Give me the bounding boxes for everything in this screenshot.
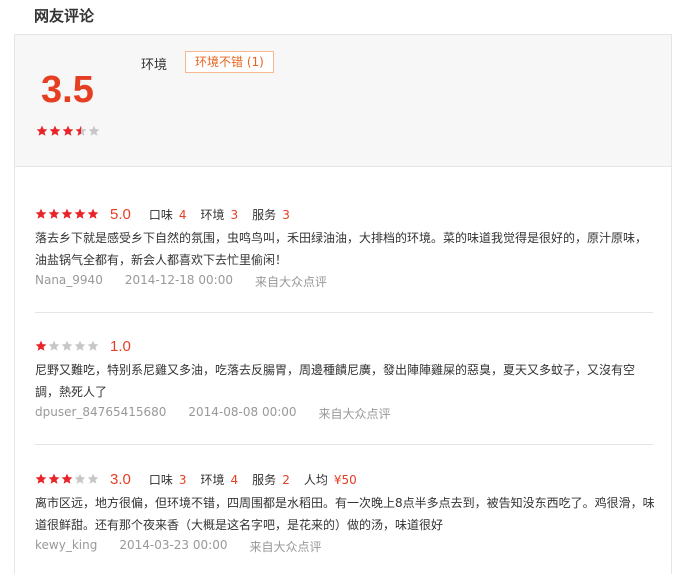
star-icon: [35, 340, 47, 352]
sub-rating-value: 4: [178, 207, 187, 222]
sub-rating: 服务 3: [252, 206, 290, 223]
sub-rating-value: 2: [282, 472, 290, 487]
review-username: dpuser_84765415680: [35, 405, 167, 419]
rating-summary: 3.5 环境 环境不错 (1): [15, 35, 671, 167]
star-icon: [35, 473, 47, 485]
review-date: 2014-08-08 00:00: [188, 405, 297, 419]
sub-rating-value: 4: [230, 472, 239, 487]
review-item: 5.0 口味 4 环境 3 服务 3 落去乡下就是感受乡下自然的氛围，虫鸣鸟叫，禾田绿…: [35, 205, 655, 290]
sub-rating-label: 口味: [148, 207, 173, 222]
divider: [35, 312, 653, 313]
star-icon: [62, 125, 74, 137]
star-icon: [61, 340, 73, 352]
review-username: kewy_king: [35, 538, 98, 552]
sub-rating-label: 环境: [200, 472, 225, 487]
review-stars: [35, 473, 100, 485]
review-text: 尼野又難吃，特别系尼雞又多油，吃落去反腸胃，周邊種饋尼廣，發出陣陣雞屎的惡臭，夏…: [35, 363, 636, 399]
star-icon: [48, 340, 60, 352]
sub-rating-label: 人均: [303, 472, 328, 487]
star-icon: [36, 125, 48, 137]
overall-stars: [36, 125, 101, 137]
sub-rating: 口味 3: [149, 471, 187, 488]
review-source: 来自大众点评: [249, 540, 322, 554]
review-source: 来自大众点评: [254, 275, 327, 289]
review-score: 3.0: [110, 470, 131, 488]
sub-rating: 环境 3: [201, 206, 239, 223]
sub-rating-label: 口味: [148, 472, 173, 487]
sub-rating: 口味 4: [149, 206, 187, 223]
star-icon: [48, 208, 60, 220]
reviews-panel: 3.5 环境 环境不错 (1) 5.0 口味 4 环境 3 服务 3 落去乡下就是感受…: [14, 34, 672, 574]
review-score: 5.0: [110, 205, 131, 223]
star-icon: [61, 473, 73, 485]
star-icon: [49, 125, 61, 137]
star-icon: [88, 125, 100, 137]
sub-rating-value: 3: [282, 207, 290, 222]
review-item: 3.0 口味 3 环境 4 服务 2 人均 ¥50 离市区远，地方很偏，但环境不错，四周…: [35, 470, 655, 555]
sub-rating-value: 3: [178, 472, 187, 487]
review-score: 1.0: [110, 337, 131, 355]
star-icon: [74, 208, 86, 220]
review-stars: [35, 208, 100, 220]
review-date: 2014-03-23 00:00: [119, 538, 228, 552]
divider: [35, 444, 653, 445]
review-item: 1.0 尼野又難吃，特别系尼雞又多油，吃落去反腸胃，周邊種饋尼廣，發出陣陣雞屎的…: [35, 337, 655, 422]
sub-rating-value: 3: [230, 207, 239, 222]
star-icon: [87, 208, 99, 220]
star-icon: [74, 340, 86, 352]
tag-category-label: 环境: [141, 58, 168, 73]
sub-rating-label: 环境: [200, 207, 225, 222]
sub-rating: 环境 4: [201, 471, 239, 488]
sub-rating: 人均 ¥50: [304, 471, 357, 488]
star-icon: [48, 473, 60, 485]
section-title: 网友评论: [34, 7, 95, 25]
review-username: Nana_9940: [35, 273, 103, 287]
star-icon: [87, 473, 99, 485]
star-icon: [75, 125, 87, 137]
sub-rating-value: ¥50: [333, 472, 357, 487]
star-icon: [87, 340, 99, 352]
star-icon: [74, 473, 86, 485]
review-text: 落去乡下就是感受乡下自然的氛围，虫鸣鸟叫，禾田绿油油，大排档的环境。菜的味道我觉…: [35, 231, 648, 267]
review-text: 离市区远，地方很偏，但环境不错，四周围都是水稻田。有一次晚上8点半多点去到，被告…: [35, 496, 655, 532]
tag-filter-button[interactable]: 环境不错 (1): [185, 51, 274, 73]
sub-rating: 服务 2: [252, 471, 290, 488]
star-icon: [61, 208, 73, 220]
review-stars: [35, 340, 100, 352]
overall-score: 3.5: [41, 69, 94, 111]
review-date: 2014-12-18 00:00: [124, 273, 233, 287]
review-source: 来自大众点评: [318, 407, 391, 421]
sub-rating-label: 服务: [252, 472, 277, 487]
star-icon: [35, 208, 47, 220]
sub-rating-label: 服务: [252, 207, 277, 222]
